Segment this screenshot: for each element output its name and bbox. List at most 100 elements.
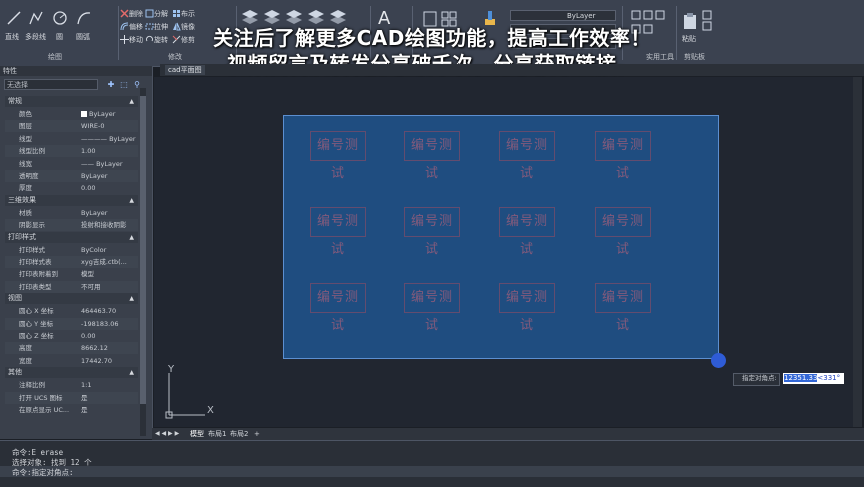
dynamic-input-selected: 12351.33 <box>784 374 818 382</box>
property-row[interactable]: 图层 WIRE-0 <box>5 120 138 133</box>
property-value-text: ByLayer <box>81 172 108 180</box>
viewport-scrollbar[interactable] <box>853 77 862 427</box>
section-title: 其他 <box>8 368 22 377</box>
property-value: ByColor <box>81 244 106 256</box>
toggle-pickadd-icon[interactable]: ✚ <box>106 80 116 89</box>
property-value-text: 模型 <box>81 270 94 279</box>
explode-button[interactable]: 分解 <box>154 9 168 19</box>
property-key: 透明度 <box>19 172 39 180</box>
property-row[interactable]: 阴影显示 投射和接收阴影 <box>5 219 138 232</box>
stamp-block: 编号测试 <box>310 131 366 181</box>
tab-model[interactable]: 模型 <box>190 429 204 439</box>
color-swatch <box>81 111 87 117</box>
tab-layout1[interactable]: 布局1 <box>208 429 226 439</box>
property-value-text: 投射和接收阴影 <box>81 221 127 230</box>
palette-title: 特性 <box>3 67 17 75</box>
section-title: 视图 <box>8 294 22 303</box>
property-key: 图层 <box>19 122 32 131</box>
property-key: 阴影显示 <box>19 221 45 230</box>
property-key: 宽度 <box>19 356 32 365</box>
property-row[interactable]: 线型比例 1.00 <box>5 145 138 158</box>
property-value: —— ByLayer <box>81 158 123 170</box>
property-value: 1:1 <box>81 379 91 391</box>
property-row[interactable]: 注释比例 1:1 <box>5 379 138 391</box>
section-header[interactable]: 打印样式 ▲ <box>5 231 138 243</box>
property-row[interactable]: 线型 ———— ByLayer <box>5 133 138 145</box>
section-header[interactable]: 三维效果 ▲ <box>5 194 138 206</box>
property-value-text: ———— ByLayer <box>81 134 136 143</box>
property-row[interactable]: 高度 8662.12 <box>5 342 138 355</box>
property-row[interactable]: 颜色 ByLayer <box>5 108 138 120</box>
property-value-text: ByLayer <box>81 208 108 217</box>
palette-scroll-thumb[interactable] <box>140 96 146 404</box>
property-key: 打印样式 <box>19 245 45 254</box>
select-objects-icon[interactable]: ⬚ <box>119 80 129 89</box>
property-value: 17442.70 <box>81 355 112 367</box>
section-header[interactable]: 常规 ▲ <box>5 96 138 107</box>
property-row[interactable]: 打开 UCS 图标 是 <box>5 391 138 404</box>
section-title: 三维效果 <box>8 195 36 204</box>
tab-add-layout[interactable]: + <box>254 429 260 439</box>
property-row[interactable]: 厚度 0.00 <box>5 182 138 194</box>
dynamic-input-field[interactable]: 12351.33<331° <box>783 373 844 384</box>
erase-button[interactable]: 删除 <box>129 9 143 19</box>
property-row[interactable]: 宽度 17442.70 <box>5 355 138 367</box>
property-value-text: -198183.06 <box>81 319 119 328</box>
collapse-caret-icon[interactable]: ▲ <box>129 367 134 378</box>
collapse-caret-icon[interactable]: ▲ <box>129 96 134 107</box>
property-row[interactable]: 打印样式表 xyg吉成.ctb(... <box>5 256 138 268</box>
property-row[interactable]: 材质 ByLayer <box>5 207 138 219</box>
property-value: -198183.06 <box>81 318 119 330</box>
layer-dropdown[interactable]: ByLayer <box>510 10 616 21</box>
property-value: 是 <box>81 404 88 416</box>
property-value: 1.00 <box>81 145 95 157</box>
property-row[interactable]: 打印样式 ByColor <box>5 244 138 256</box>
stamp-block: 编号测试 <box>404 207 460 257</box>
section-title: 打印样式 <box>8 232 36 241</box>
property-value: 0.00 <box>81 330 95 342</box>
property-value: ByLayer <box>81 108 115 120</box>
property-value-text: 0.00 <box>81 332 96 340</box>
property-row[interactable]: 圆心 Y 坐标 -198183.06 <box>5 317 138 330</box>
property-key: 圆心 X 坐标 <box>19 307 54 316</box>
property-row[interactable]: 在原点显示 UC... 是 <box>5 404 138 416</box>
property-value-text: 17442.70 <box>81 356 113 365</box>
collapse-caret-icon[interactable]: ▲ <box>129 232 134 243</box>
stamp-block: 编号测试 <box>595 131 651 181</box>
property-value-text: 是 <box>81 393 88 402</box>
property-value-text: 0.00 <box>81 184 96 193</box>
property-row[interactable]: 圆心 Z 坐标 0.00 <box>5 330 138 342</box>
section-header[interactable]: 其他 ▲ <box>5 367 138 379</box>
stamp-block: 编号测试 <box>595 207 651 257</box>
property-key: 线型比例 <box>19 147 45 156</box>
command-input[interactable] <box>0 466 864 477</box>
stamp-block: 编号测试 <box>404 131 460 181</box>
property-value-text: 1.00 <box>81 147 96 156</box>
property-row[interactable]: 打印表类型 不可用 <box>5 280 138 293</box>
array-button[interactable]: 布示 <box>181 9 195 19</box>
property-value-text: 8662.12 <box>81 344 108 353</box>
property-value-text: xyg吉成.ctb(... <box>81 258 127 266</box>
property-value-text: 464463.70 <box>81 307 117 316</box>
tab-layout2[interactable]: 布局2 <box>230 429 248 439</box>
selection-dropdown[interactable]: 无选择 <box>4 79 98 90</box>
property-row[interactable]: 打印表附着到 模型 <box>5 268 138 280</box>
property-value: 8662.12 <box>81 342 108 354</box>
layout-nav-arrows[interactable]: ◀ ◀ ▶ ▶ <box>155 429 179 439</box>
collapse-caret-icon[interactable]: ▲ <box>129 195 134 206</box>
property-key: 材质 <box>19 208 32 217</box>
property-value: WIRE-0 <box>81 120 104 132</box>
property-row[interactable]: 透明度 ByLayer <box>5 170 138 182</box>
collapse-caret-icon[interactable]: ▲ <box>129 293 134 304</box>
ucs-icon: Y X <box>165 364 215 419</box>
section-header[interactable]: 视图 ▲ <box>5 293 138 305</box>
palette-titlebar[interactable]: 特性 <box>0 66 152 76</box>
property-value-text: 1:1 <box>81 381 92 390</box>
property-value-text: —— ByLayer <box>81 159 123 168</box>
property-key: 打开 UCS 图标 <box>19 393 63 402</box>
property-key: 打印表类型 <box>19 282 52 291</box>
property-row[interactable]: 圆心 X 坐标 464463.70 <box>5 305 138 317</box>
tab-document[interactable]: cad平面图 <box>165 65 205 75</box>
property-row[interactable]: 线宽 —— ByLayer <box>5 158 138 170</box>
stamp-block: 编号测试 <box>404 283 460 333</box>
